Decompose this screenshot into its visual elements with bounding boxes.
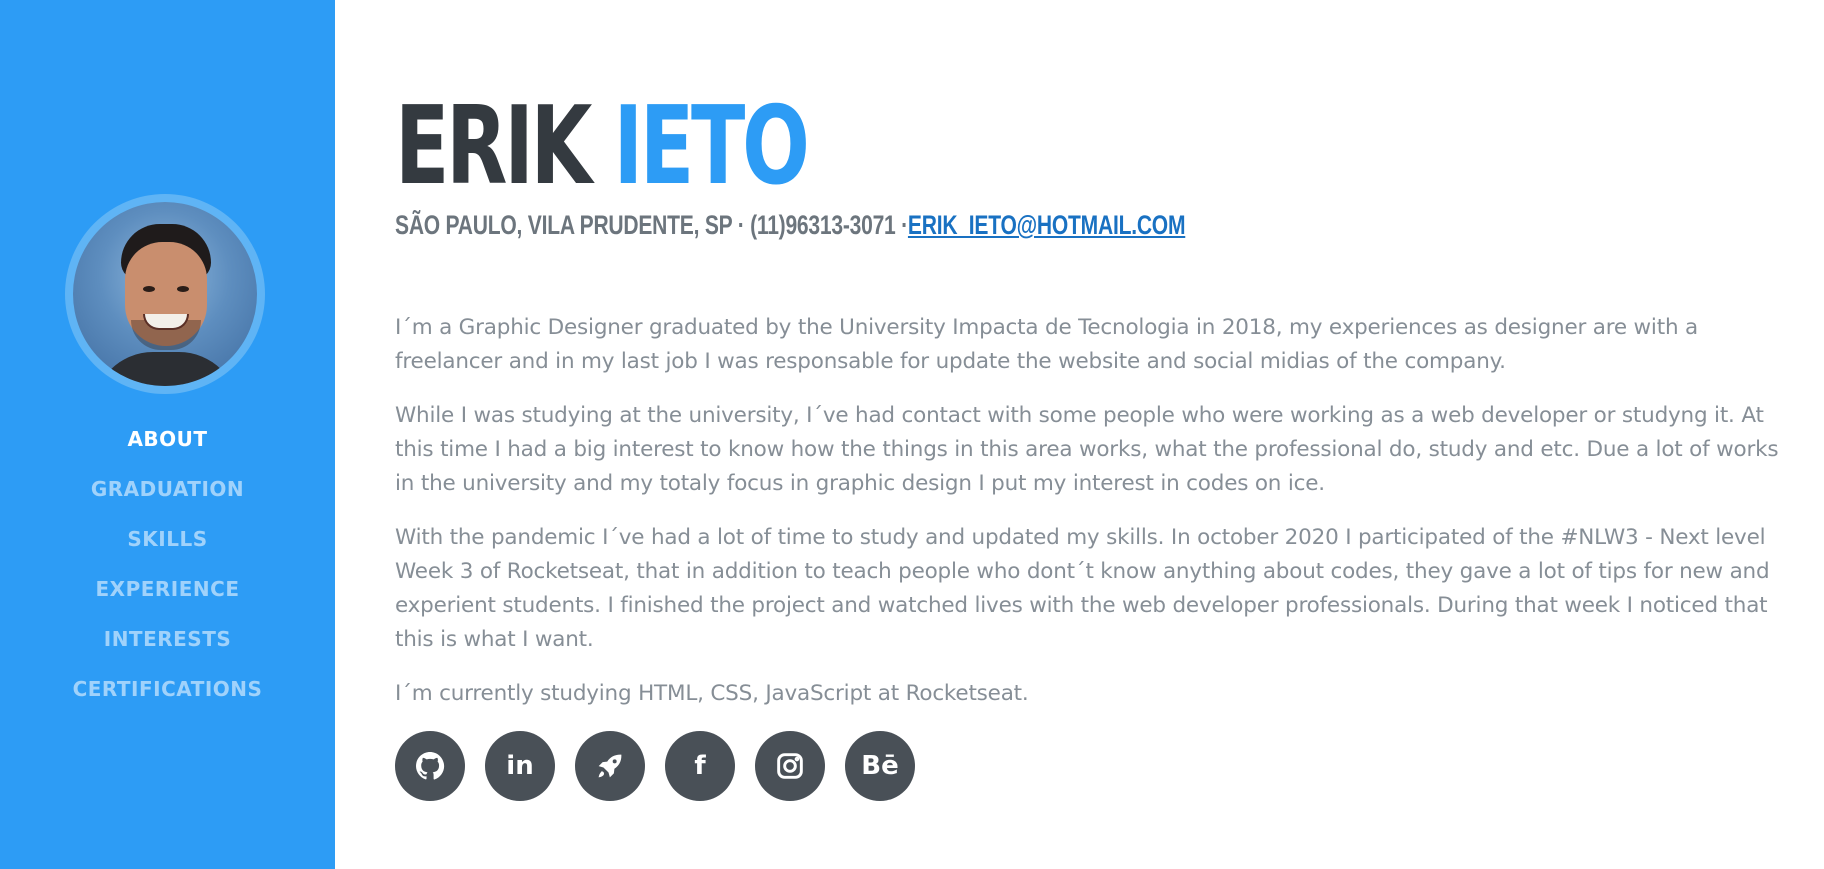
contact-info: SÃO PAULO, VILA PRUDENTE, SP · (11)96313… bbox=[395, 210, 1185, 241]
instagram-button[interactable] bbox=[755, 731, 825, 801]
facebook-icon: f bbox=[694, 751, 706, 781]
about-text: I´m a Graphic Designer graduated by the … bbox=[395, 311, 1785, 731]
nav-item-interests[interactable]: INTERESTS bbox=[104, 627, 232, 651]
linkedin-button[interactable]: in bbox=[485, 731, 555, 801]
nav-item-graduation[interactable]: GRADUATION bbox=[91, 477, 244, 501]
facebook-button[interactable]: f bbox=[665, 731, 735, 801]
profile-photo-frame bbox=[65, 194, 265, 394]
rocket-icon bbox=[598, 754, 622, 778]
nav-item-about[interactable]: ABOUT bbox=[127, 427, 207, 451]
rocketseat-button[interactable] bbox=[575, 731, 645, 801]
sidebar: ABOUT GRADUATION SKILLS EXPERIENCE INTER… bbox=[0, 0, 335, 869]
github-icon bbox=[416, 752, 445, 780]
nav-item-experience[interactable]: EXPERIENCE bbox=[96, 577, 240, 601]
about-paragraph: While I was studying at the university, … bbox=[395, 403, 1779, 496]
linkedin-icon: in bbox=[506, 751, 534, 781]
behance-icon: Bē bbox=[861, 751, 899, 781]
avatar bbox=[73, 202, 257, 386]
about-paragraph: I´m a Graphic Designer graduated by the … bbox=[395, 315, 1698, 374]
about-paragraph: I´m currently studying HTML, CSS, JavaSc… bbox=[395, 681, 1029, 706]
instagram-icon bbox=[777, 753, 803, 779]
nav-item-certifications[interactable]: CERTIFICATIONS bbox=[73, 677, 263, 701]
sidebar-nav: ABOUT GRADUATION SKILLS EXPERIENCE INTER… bbox=[0, 424, 335, 724]
behance-button[interactable]: Bē bbox=[845, 731, 915, 801]
github-button[interactable] bbox=[395, 731, 465, 801]
first-name: ERIK bbox=[395, 84, 592, 209]
social-links: in f Bē bbox=[395, 731, 915, 801]
last-name: IETO bbox=[613, 84, 810, 209]
nav-item-skills[interactable]: SKILLS bbox=[127, 527, 207, 551]
contact-details: SÃO PAULO, VILA PRUDENTE, SP · (11)96313… bbox=[395, 210, 908, 240]
page-title: ERIK IETO bbox=[395, 92, 810, 202]
email-link[interactable]: ERIK_IETO@HOTMAIL.COM bbox=[908, 210, 1186, 240]
about-paragraph: With the pandemic I´ve had a lot of time… bbox=[395, 525, 1770, 652]
